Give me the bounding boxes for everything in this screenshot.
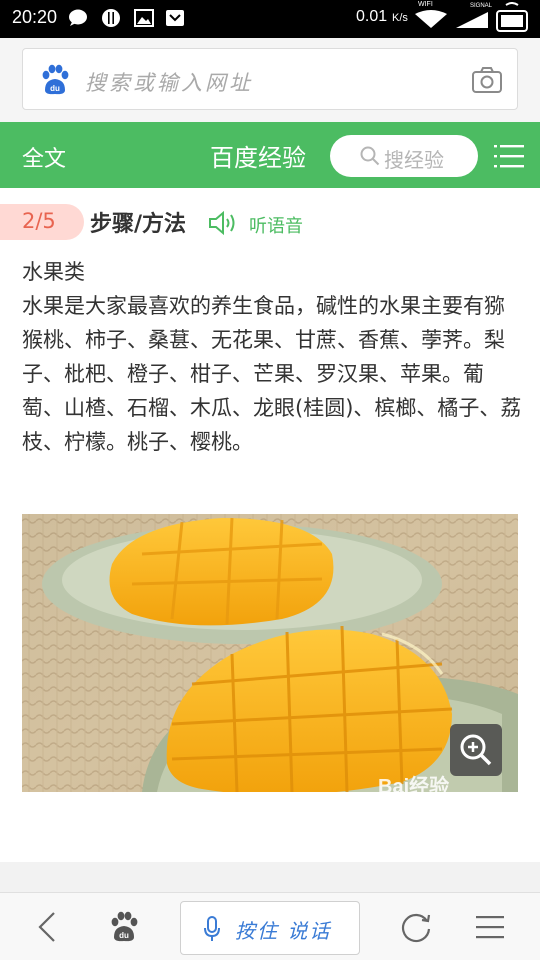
- network-speed: 0.01: [356, 8, 388, 25]
- status-bar: 20:20 0.01 K/s WIFI SIGNAL: [0, 0, 540, 38]
- step-header: 2/5 步骤/方法 听语音: [0, 200, 540, 244]
- experience-search-button[interactable]: 搜经验: [330, 135, 478, 177]
- address-search-input[interactable]: du 搜索或输入网址: [22, 48, 518, 110]
- hold-to-talk-label: 按住 说话: [235, 919, 332, 943]
- search-icon: [360, 146, 380, 166]
- baidu-paw-icon: du: [42, 64, 69, 95]
- step-title: 步骤/方法: [90, 212, 187, 237]
- svg-text:du: du: [119, 931, 129, 940]
- wifi-icon: [415, 10, 447, 28]
- zoom-in-icon: [460, 734, 492, 766]
- image-watermark: Bai经验: [378, 776, 450, 798]
- network-speed-unit: K/s: [392, 12, 408, 24]
- experience-search-label: 搜经验: [384, 148, 444, 172]
- browser-menu-icon[interactable]: [476, 914, 504, 940]
- signal-icon: [456, 12, 488, 28]
- wifi-label: WIFI: [418, 1, 433, 8]
- site-brand[interactable]: 百度经验: [210, 138, 306, 173]
- fulltext-link[interactable]: 全文: [22, 141, 66, 173]
- site-nav-bar: 全文 百度经验 搜经验: [0, 122, 540, 188]
- utensils-icon: [102, 9, 120, 27]
- battery-icon: [496, 2, 528, 32]
- camera-icon[interactable]: [471, 66, 503, 94]
- step-counter: 2/5: [22, 209, 56, 233]
- inbox-icon: [166, 10, 184, 26]
- content-body: 水果是大家最喜欢的养生食品，碱性的水果主要有猕猴桃、柿子、桑葚、无花果、甘蔗、香…: [22, 294, 522, 454]
- svg-text:du: du: [50, 84, 60, 93]
- zoom-button[interactable]: [450, 724, 502, 776]
- step-counter-badge: 2/5: [0, 204, 84, 240]
- back-icon[interactable]: [36, 911, 58, 943]
- mango-photo[interactable]: [22, 514, 518, 792]
- signal-label: SIGNAL: [470, 3, 493, 9]
- step-content: 水果类 水果是大家最喜欢的养生食品，碱性的水果主要有猕猴桃、柿子、桑葚、无花果、…: [22, 255, 522, 459]
- hold-to-talk-button[interactable]: 按住 说话: [180, 901, 360, 955]
- content-heading: 水果类: [22, 260, 85, 284]
- listen-button[interactable]: 听语音: [249, 212, 303, 238]
- speaker-icon[interactable]: [208, 210, 240, 236]
- baidu-home-icon[interactable]: du: [108, 911, 140, 943]
- refresh-icon[interactable]: [400, 911, 432, 943]
- menu-icon[interactable]: [494, 142, 524, 170]
- section-divider: [0, 862, 540, 892]
- gallery-icon: [134, 9, 154, 27]
- clock: 20:20: [12, 7, 58, 27]
- browser-address-row: du 搜索或输入网址: [0, 38, 540, 122]
- browser-bottom-bar: du 按住 说话: [0, 892, 540, 960]
- microphone-icon: [204, 916, 220, 941]
- address-placeholder: 搜索或输入网址: [85, 71, 253, 95]
- message-icon: [69, 9, 87, 26]
